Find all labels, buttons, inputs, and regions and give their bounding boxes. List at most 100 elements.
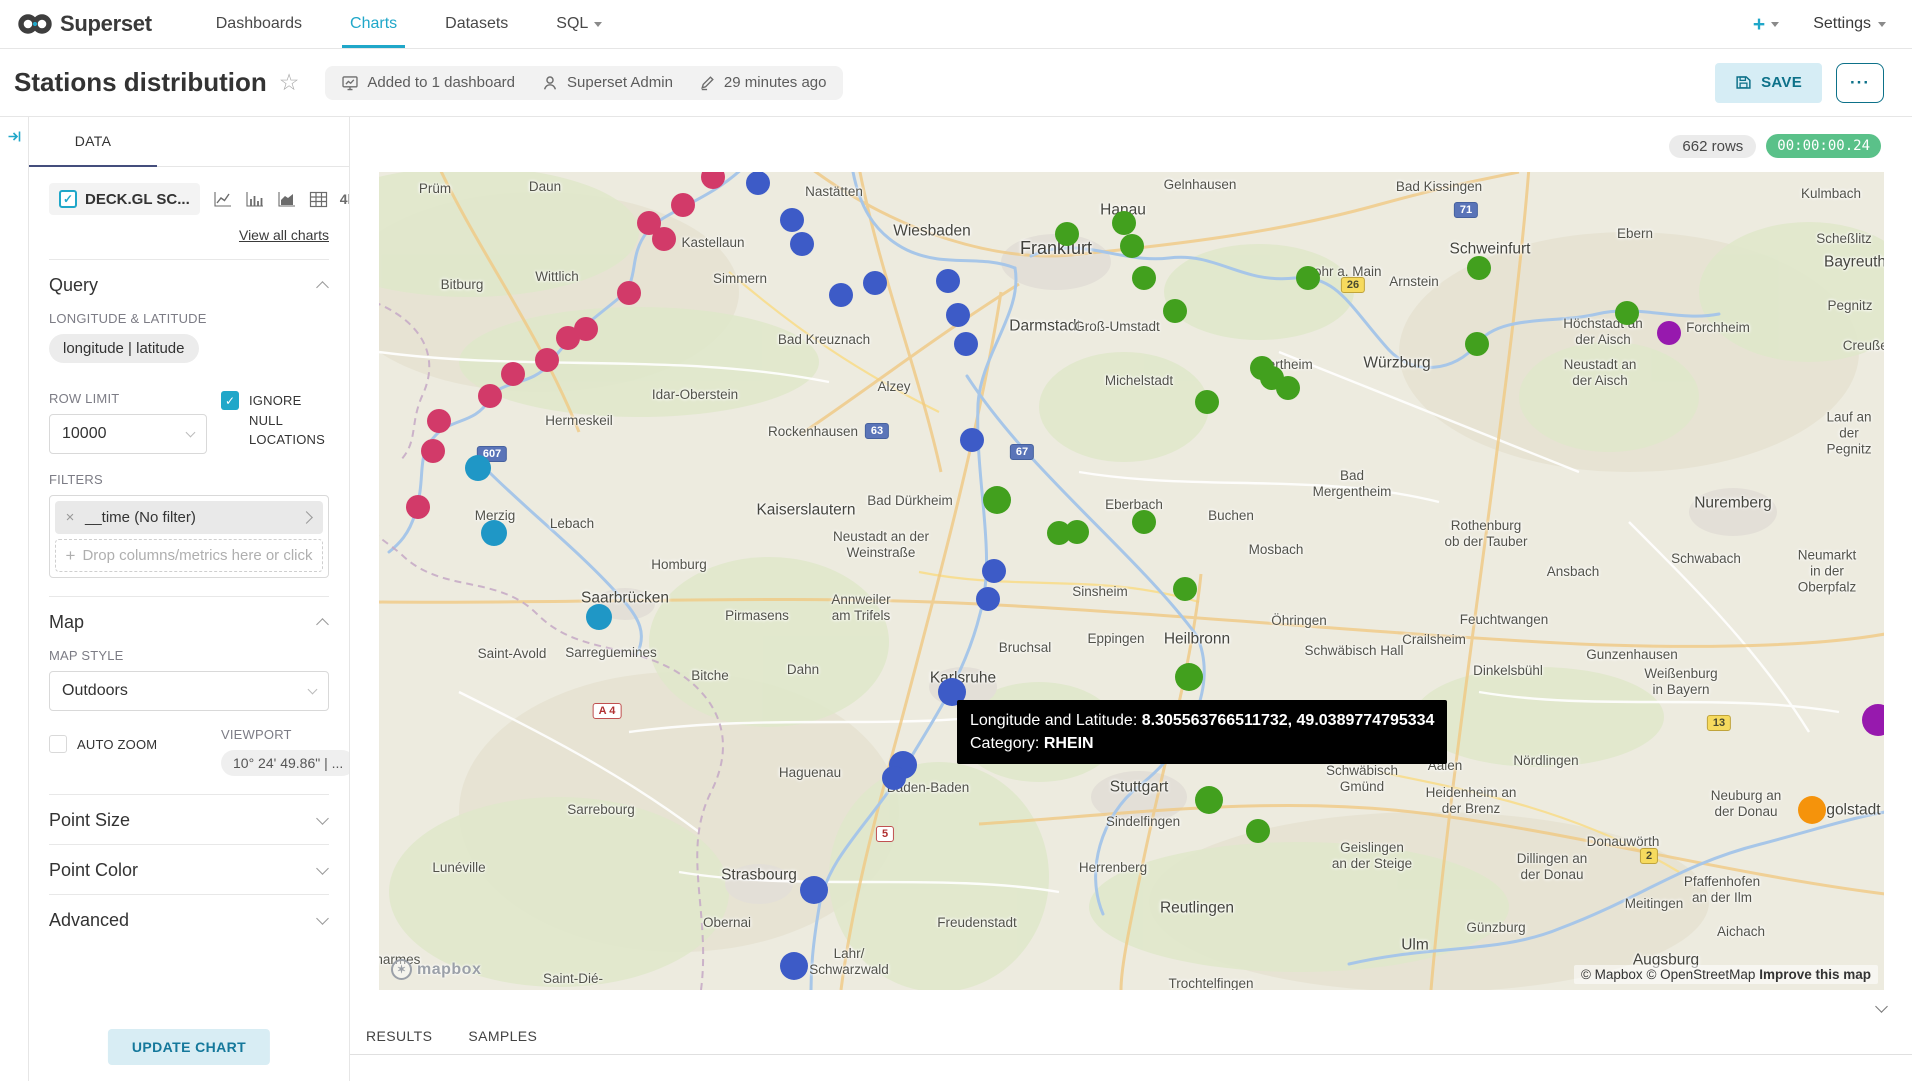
- settings-menu[interactable]: Settings: [1813, 15, 1886, 33]
- map-point-pink[interactable]: [535, 348, 559, 372]
- map-point-green[interactable]: [1055, 222, 1079, 246]
- map-point-blue[interactable]: [863, 271, 887, 295]
- collapse-results-chevron[interactable]: [1877, 1002, 1886, 1020]
- map-point-blue[interactable]: [790, 232, 814, 256]
- bar-chart-icon[interactable]: [245, 191, 265, 208]
- section-header-advanced[interactable]: Advanced: [49, 895, 329, 944]
- map-point-green[interactable]: [1173, 577, 1197, 601]
- section-header-point-color[interactable]: Point Color: [49, 845, 329, 894]
- viz-type-pill[interactable]: ✓ DECK.GL SC...: [49, 183, 200, 215]
- map-point-pink[interactable]: [406, 495, 430, 519]
- top-navbar: Superset Dashboards Charts Datasets SQL + S…: [0, 0, 1912, 49]
- nav-item-charts[interactable]: Charts: [348, 0, 399, 48]
- viewport-value-pill[interactable]: 10° 24' 49.86" | ...: [221, 750, 349, 776]
- map-point-blue[interactable]: [936, 269, 960, 293]
- big-number-icon[interactable]: 4k: [340, 191, 349, 207]
- map-point-blue[interactable]: [746, 172, 770, 195]
- mapbox-logo[interactable]: ✶ mapbox: [391, 959, 481, 980]
- control-panel-body: ✓ DECK.GL SC...: [29, 167, 349, 1081]
- deckgl-scatter-map[interactable]: PrümDaunNastättenGelnhausenBad Kissingen…: [379, 172, 1884, 990]
- map-point-green[interactable]: [1163, 299, 1187, 323]
- map-point-blue[interactable]: [954, 332, 978, 356]
- ignore-null-checkbox-row[interactable]: ✓ IGNORE NULL LOCATIONS: [221, 391, 329, 450]
- checked-checkbox-icon[interactable]: ✓: [221, 391, 239, 410]
- map-style-select[interactable]: Outdoors: [49, 671, 329, 711]
- table-icon[interactable]: [309, 191, 328, 208]
- map-point-green[interactable]: [1065, 520, 1089, 544]
- mapbox-attribution-link[interactable]: © Mapbox: [1581, 967, 1643, 982]
- map-point-blue[interactable]: [976, 587, 1000, 611]
- map-point-green[interactable]: [983, 486, 1011, 514]
- tab-data[interactable]: DATA: [29, 117, 157, 167]
- area-chart-icon[interactable]: [277, 191, 297, 208]
- map-point-blue[interactable]: [780, 952, 808, 980]
- improve-map-link[interactable]: Improve this map: [1759, 967, 1871, 982]
- map-point-pink[interactable]: [671, 193, 695, 217]
- map-point-green[interactable]: [1465, 332, 1489, 356]
- map-point-blue[interactable]: [800, 876, 828, 904]
- more-options-button[interactable]: ···: [1836, 63, 1884, 103]
- nav-item-datasets[interactable]: Datasets: [443, 0, 510, 48]
- unchecked-checkbox-icon[interactable]: [49, 735, 67, 753]
- dashboard-icon: [341, 74, 359, 92]
- map-point-green[interactable]: [1246, 819, 1270, 843]
- map-point-cyan[interactable]: [586, 604, 612, 630]
- meta-badge[interactable]: 29 minutes ago: [699, 74, 827, 91]
- map-point-green[interactable]: [1467, 256, 1491, 280]
- results-tab-results[interactable]: RESULTS: [366, 1028, 432, 1044]
- update-chart-button[interactable]: UPDATE CHART: [108, 1029, 270, 1065]
- meta-badge[interactable]: Added to 1 dashboard: [341, 74, 515, 92]
- section-header-point-size[interactable]: Point Size: [49, 795, 329, 844]
- map-point-green[interactable]: [1195, 786, 1223, 814]
- map-point-pink[interactable]: [556, 326, 580, 350]
- map-point-green[interactable]: [1120, 234, 1144, 258]
- expand-panel-icon[interactable]: [7, 129, 22, 1081]
- osm-attribution-link[interactable]: © OpenStreetMap: [1646, 967, 1755, 982]
- map-point-pink[interactable]: [652, 227, 676, 251]
- lonlat-value-pill[interactable]: longitude | latitude: [49, 334, 199, 363]
- map-point-blue[interactable]: [780, 208, 804, 232]
- map-point-pink[interactable]: [478, 384, 502, 408]
- map-point-pink[interactable]: [617, 281, 641, 305]
- map-point-green[interactable]: [1195, 390, 1219, 414]
- map-point-pink[interactable]: [427, 409, 451, 433]
- map-point-pink[interactable]: [501, 362, 525, 386]
- remove-filter-icon[interactable]: ×: [55, 509, 85, 526]
- map-point-green[interactable]: [1132, 266, 1156, 290]
- map-point-green[interactable]: [1296, 266, 1320, 290]
- save-button[interactable]: SAVE: [1715, 63, 1822, 103]
- map-point-blue[interactable]: [829, 283, 853, 307]
- new-menu[interactable]: +: [1753, 14, 1779, 35]
- nav-item-dashboards[interactable]: Dashboards: [214, 0, 304, 48]
- map-point-blue[interactable]: [982, 559, 1006, 583]
- map-point-cyan[interactable]: [465, 455, 491, 481]
- chevron-down-icon: [1771, 22, 1779, 27]
- meta-badge[interactable]: Superset Admin: [541, 74, 673, 92]
- row-limit-select[interactable]: 10000: [49, 414, 207, 454]
- map-section-header[interactable]: Map: [49, 597, 329, 646]
- map-point-green[interactable]: [1112, 211, 1136, 235]
- map-point-green[interactable]: [1175, 663, 1203, 691]
- favorite-star-icon[interactable]: ☆: [279, 69, 300, 96]
- map-point-pink[interactable]: [421, 439, 445, 463]
- query-section-header[interactable]: Query: [49, 260, 329, 309]
- chart-title: Stations distribution: [14, 67, 267, 98]
- view-all-charts-link[interactable]: View all charts: [239, 227, 329, 243]
- auto-zoom-checkbox-row[interactable]: AUTO ZOOM: [49, 735, 207, 755]
- map-point-green[interactable]: [1132, 510, 1156, 534]
- map-point-cyan[interactable]: [481, 520, 507, 546]
- map-point-blue[interactable]: [882, 766, 906, 790]
- filter-pill[interactable]: × __time (No filter): [55, 501, 323, 534]
- map-point-purple[interactable]: [1657, 321, 1681, 345]
- superset-logo[interactable]: Superset: [18, 0, 152, 48]
- map-point-green[interactable]: [1615, 301, 1639, 325]
- viewport-label: VIEWPORT: [221, 727, 349, 742]
- filter-drop-zone[interactable]: + Drop columns/metrics here or click: [55, 539, 323, 572]
- map-point-blue[interactable]: [946, 303, 970, 327]
- line-chart-icon[interactable]: [213, 191, 233, 208]
- nav-item-sql[interactable]: SQL: [554, 0, 604, 48]
- map-point-blue[interactable]: [960, 428, 984, 452]
- map-point-orange[interactable]: [1798, 796, 1826, 824]
- map-point-green[interactable]: [1276, 376, 1300, 400]
- results-tab-samples[interactable]: SAMPLES: [468, 1028, 537, 1044]
